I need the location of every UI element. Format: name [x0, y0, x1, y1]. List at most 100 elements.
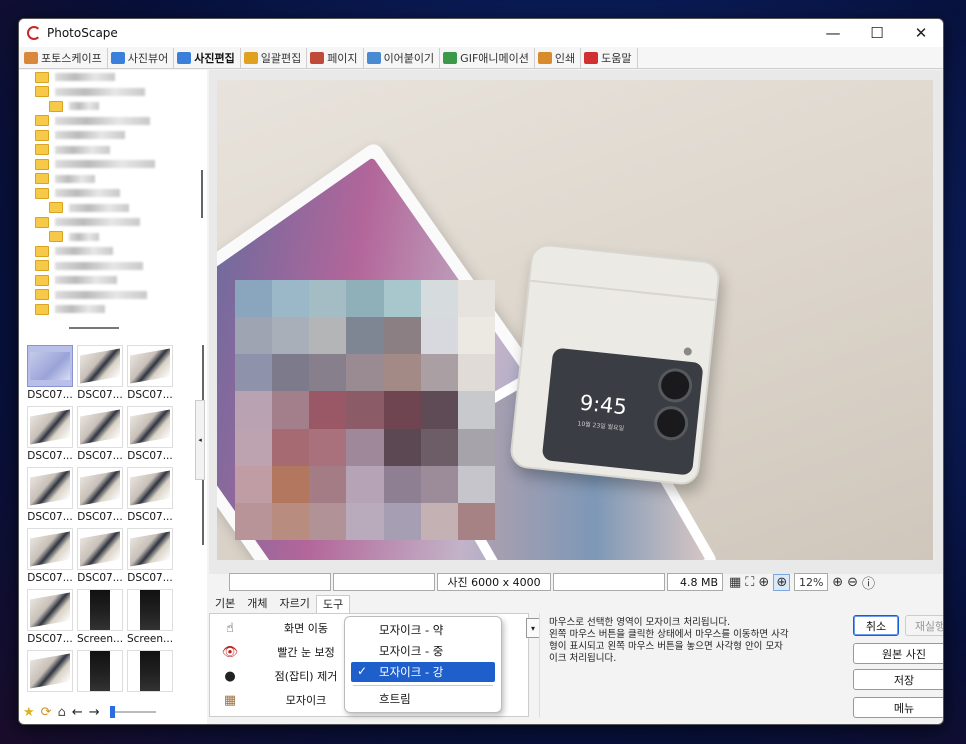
tree-item[interactable]: [19, 201, 189, 216]
tool-tab-3[interactable]: 도구: [315, 595, 351, 613]
redo-button[interactable]: 재실행: [905, 615, 943, 636]
collapse-panel-button[interactable]: ◂: [195, 400, 205, 480]
thumbnail-item[interactable]: [125, 650, 175, 694]
dropdown-option[interactable]: 모자이크 - 중: [351, 641, 495, 661]
thumbnail-item[interactable]: DSC07...: [125, 345, 175, 401]
thumbnail-item[interactable]: DSC07...: [125, 467, 175, 523]
tree-item[interactable]: [19, 244, 189, 259]
photo-canvas[interactable]: 9:45 10월 23일 월요일: [209, 70, 943, 574]
tab-4[interactable]: 페이지: [307, 47, 364, 68]
tree-item[interactable]: [19, 215, 189, 230]
thumbnail-size-slider[interactable]: [109, 706, 156, 718]
tree-item[interactable]: [19, 273, 189, 288]
thumbnail-item[interactable]: Screen...: [125, 589, 175, 645]
dropdown-option[interactable]: ✓ 모자이크 - 강: [351, 662, 495, 682]
window-title: PhotoScape: [47, 26, 118, 40]
tree-item[interactable]: [19, 288, 189, 303]
actual-size-icon[interactable]: ⊕: [758, 575, 769, 590]
dropdown-option[interactable]: 모자이크 - 약: [351, 620, 495, 640]
thumbnail-item[interactable]: DSC07...: [125, 406, 175, 462]
tree-item[interactable]: [19, 128, 189, 143]
original-photo-button[interactable]: 원본 사진: [853, 643, 943, 664]
tree-item[interactable]: [19, 99, 189, 114]
back-arrow-icon[interactable]: ←: [72, 705, 83, 720]
tab-7[interactable]: 인쇄: [535, 47, 582, 68]
tree-item[interactable]: [19, 230, 189, 245]
thumbnail-grid: DSC07... DSC07... DSC07... DSC07... DSC07...…: [25, 345, 193, 700]
tab-5[interactable]: 이어붙이기: [364, 47, 441, 68]
thumbnail-item[interactable]: DSC07...: [75, 528, 125, 584]
fit-zoom-icon[interactable]: ⊕: [773, 573, 791, 591]
tree-item[interactable]: [19, 259, 189, 274]
tab-icon: [537, 51, 552, 64]
thumbnail-item[interactable]: DSC07...: [25, 406, 75, 462]
combo-arrow-icon[interactable]: ▾: [526, 618, 540, 638]
tree-item[interactable]: [19, 317, 189, 319]
tree-item[interactable]: [19, 114, 189, 129]
maximize-button[interactable]: ☐: [855, 19, 899, 47]
tree-item[interactable]: [19, 172, 189, 187]
tree-item[interactable]: [19, 143, 189, 158]
folder-icon: [35, 71, 49, 83]
tree-item-label: [55, 116, 150, 125]
fit-window-icon[interactable]: ⛶: [745, 575, 754, 590]
panel-splitter[interactable]: [69, 327, 119, 329]
thumbnail-item[interactable]: DSC07...: [25, 467, 75, 523]
tab-8[interactable]: 도움말: [581, 47, 638, 68]
tree-item[interactable]: [19, 85, 189, 100]
folder-tree[interactable]: [19, 70, 189, 318]
tab-2[interactable]: 사진편집: [174, 47, 241, 68]
zoom-out-icon[interactable]: ⊖: [847, 575, 858, 590]
menu-button[interactable]: 메뉴: [853, 697, 943, 718]
thumbnail-item[interactable]: DSC07...: [25, 345, 75, 401]
thumbnail-item[interactable]: DSC07...: [75, 406, 125, 462]
dropdown-option-label: 모자이크 - 약: [379, 623, 444, 637]
mosaic-strength-dropdown[interactable]: 모자이크 - 약모자이크 - 중 ✓ 모자이크 - 강흐트림: [344, 616, 502, 713]
save-button[interactable]: 저장: [853, 669, 943, 690]
info-icon[interactable]: ⓘ: [862, 573, 875, 592]
forward-arrow-icon[interactable]: →: [89, 705, 100, 720]
thumbnail-item[interactable]: DSC07...: [25, 589, 75, 645]
action-buttons: 취소 재실행 원본 사진 저장 메뉴: [853, 615, 943, 723]
dropdown-option[interactable]: 흐트림: [351, 689, 495, 709]
checkerboard-icon[interactable]: ▦: [729, 575, 741, 590]
thumbnail-item[interactable]: Screen...: [75, 589, 125, 645]
cancel-button[interactable]: 취소: [853, 615, 899, 636]
tool-tab-0[interactable]: 기본: [209, 595, 241, 613]
tab-label: 이어붙이기: [383, 51, 435, 65]
tab-label: 일괄편집: [260, 51, 302, 65]
dropdown-option-label: 모자이크 - 중: [379, 644, 444, 658]
thumbnail-item[interactable]: DSC07...: [75, 467, 125, 523]
tool-tab-1[interactable]: 개체: [241, 595, 273, 613]
zoom-in-icon[interactable]: ⊕: [832, 575, 843, 590]
tab-1[interactable]: 사진뷰어: [108, 47, 175, 68]
tool-tab-2[interactable]: 자르기: [274, 595, 316, 613]
favorite-star-icon[interactable]: ★: [23, 705, 35, 720]
zoom-level[interactable]: 12%: [794, 573, 829, 591]
thumbnail-item[interactable]: DSC07...: [125, 528, 175, 584]
thumbnail-item[interactable]: [25, 650, 75, 694]
tab-6[interactable]: GIF애니메이션: [440, 47, 535, 68]
tab-3[interactable]: 일괄편집: [241, 47, 308, 68]
thumbnail-item[interactable]: DSC07...: [25, 528, 75, 584]
tree-item[interactable]: [19, 157, 189, 172]
thumbnail-item[interactable]: DSC07...: [75, 345, 125, 401]
thumbnail-image: [27, 467, 73, 509]
folder-tree-scrollbar[interactable]: [191, 70, 205, 318]
tool-label: 화면 이동: [284, 622, 328, 635]
edited-photo[interactable]: 9:45 10월 23일 월요일: [217, 80, 933, 560]
tree-item[interactable]: [19, 302, 189, 317]
folder-view-icon[interactable]: ⌂: [58, 705, 66, 720]
module-tab-bar: 포토스케이프 사진뷰어 사진편집 일괄편집 페이지 이어붙이기 GIF애니메이션 인쇄 도움말: [19, 47, 943, 69]
thumbnail-item[interactable]: [75, 650, 125, 694]
tree-item[interactable]: [19, 70, 189, 85]
tree-item[interactable]: [19, 186, 189, 201]
tool-tabs: 기본 개체 자르기 도구: [209, 595, 351, 613]
minimize-button[interactable]: —: [811, 19, 855, 47]
tab-label: 사진뷰어: [127, 51, 169, 65]
close-button[interactable]: ✕: [899, 19, 943, 47]
tab-0[interactable]: 포토스케이프: [21, 47, 108, 68]
folder-icon: [49, 202, 63, 214]
rotate-icon[interactable]: ⟳: [41, 705, 52, 720]
thumbnail-label: DSC07...: [27, 572, 73, 584]
